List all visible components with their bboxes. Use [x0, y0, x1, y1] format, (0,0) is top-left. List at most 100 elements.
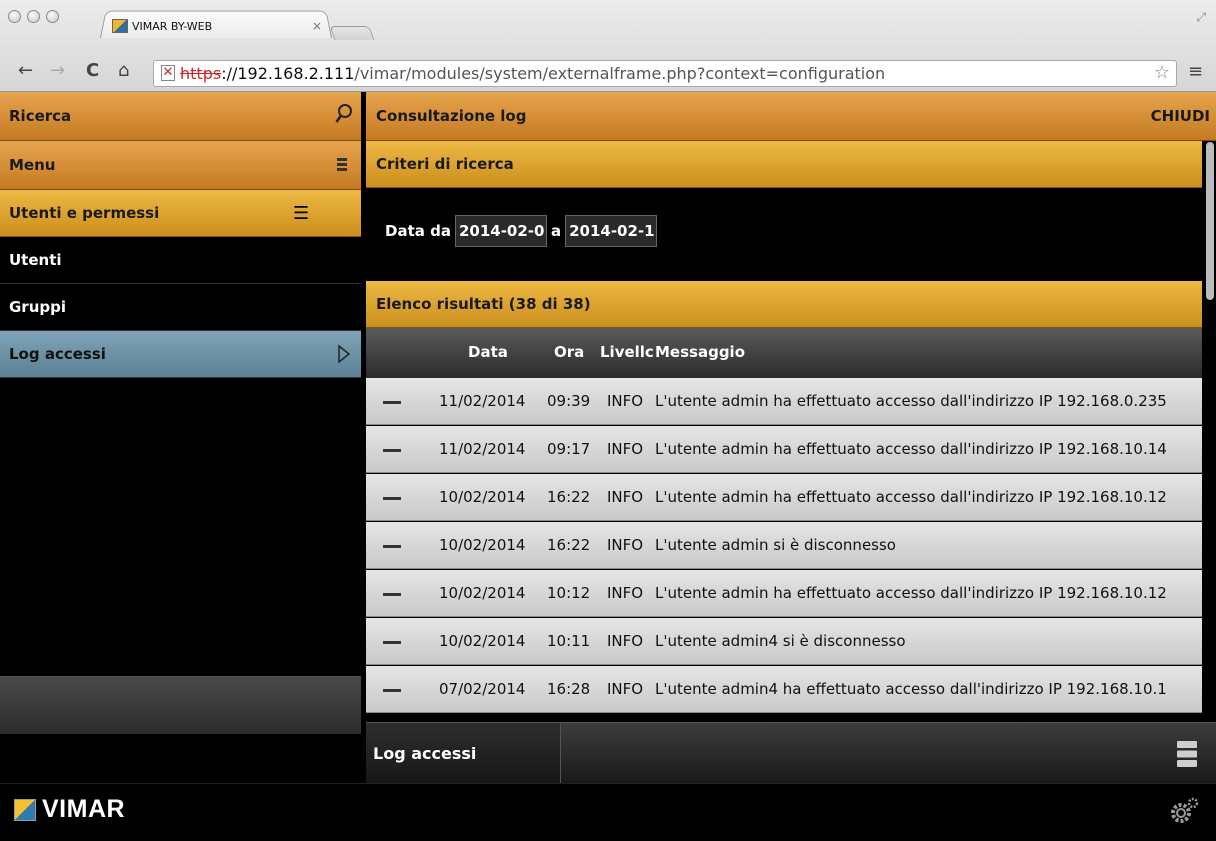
row-time: 16:22: [547, 536, 591, 554]
collapse-dash-icon[interactable]: [383, 641, 401, 644]
row-message: L'utente admin si è disconnesso: [655, 536, 896, 554]
row-message: L'utente admin ha effettuato accesso dal…: [655, 392, 1167, 410]
table-row[interactable]: 07/02/2014 16:28 INFO L'utente admin4 ha…: [366, 666, 1202, 713]
search-label: Ricerca: [9, 107, 72, 125]
tab-title: VIMAR BY-WEB: [132, 19, 213, 33]
browser-toolbar: ← → C ⌂ ✕ https://192.168.2.111/vimar/mo…: [0, 58, 1216, 90]
column-time[interactable]: Ora: [554, 343, 584, 361]
row-date: 10/02/2014: [439, 536, 526, 554]
window-close-icon[interactable]: [8, 10, 21, 23]
date-from-label: Data da: [385, 222, 451, 240]
column-date[interactable]: Data: [468, 343, 508, 361]
sidebar-item-gruppi[interactable]: Gruppi: [0, 284, 361, 331]
section-label: Utenti e permessi: [9, 204, 160, 222]
date-to-input[interactable]: 2014-02-1: [565, 215, 658, 247]
fullscreen-icon[interactable]: ⤢: [1196, 10, 1206, 25]
address-bar[interactable]: ✕ https://192.168.2.111/vimar/modules/sy…: [153, 60, 1177, 87]
vimar-logo-icon: [14, 799, 36, 821]
search-icon[interactable]: [335, 103, 353, 125]
row-level: INFO: [607, 440, 644, 458]
search-criteria: Data da 2014-02-0 a 2014-02-1: [366, 188, 1202, 281]
row-level: INFO: [607, 536, 644, 554]
footer-tab-log-accessi[interactable]: Log accessi: [366, 723, 561, 784]
collapse-dash-icon[interactable]: [383, 593, 401, 596]
browser-tab[interactable]: VIMAR BY-WEB ×: [112, 14, 322, 38]
home-button[interactable]: ⌂: [118, 60, 129, 81]
tab-close-icon[interactable]: ×: [312, 19, 322, 33]
collapse-dash-icon[interactable]: [383, 401, 401, 404]
table-row[interactable]: 10/02/2014 16:22 INFO L'utente admin ha …: [366, 474, 1202, 521]
url-scheme: https: [180, 64, 222, 83]
row-level: INFO: [607, 680, 644, 698]
panel-footer: Log accessi: [366, 722, 1216, 784]
column-level[interactable]: Livellc: [600, 343, 653, 361]
sidebar: Ricerca Menu Utenti e permessi ☰ Utenti …: [0, 92, 361, 783]
row-level: INFO: [607, 392, 644, 410]
row-date: 11/02/2014: [439, 392, 526, 410]
row-time: 09:17: [547, 440, 591, 458]
panel-header: Consultazione log CHIUDI: [366, 92, 1216, 141]
browser-chrome: VIMAR BY-WEB × ⤢ ← → C ⌂ ✕ https://192.1…: [0, 0, 1216, 92]
collapse-dash-icon[interactable]: [383, 449, 401, 452]
main-panel: Consultazione log CHIUDI Criteri di rice…: [366, 92, 1216, 784]
bookmark-star-icon[interactable]: ☆: [1154, 62, 1170, 83]
table-header: Data Ora Livellc Messaggio: [366, 328, 1202, 378]
scrollbar-thumb[interactable]: [1206, 142, 1214, 300]
hamburger-icon[interactable]: [337, 158, 347, 172]
table-row[interactable]: 11/02/2014 09:39 INFO L'utente admin ha …: [366, 378, 1202, 425]
table-row[interactable]: 10/02/2014 10:11 INFO L'utente admin4 si…: [366, 618, 1202, 665]
back-button[interactable]: ←: [18, 60, 33, 81]
close-button[interactable]: CHIUDI: [1151, 107, 1210, 125]
row-time: 10:11: [547, 632, 591, 650]
reload-button[interactable]: C: [86, 60, 99, 81]
row-date: 10/02/2014: [439, 632, 526, 650]
window-minimize-icon[interactable]: [27, 10, 40, 23]
collapse-dash-icon[interactable]: [383, 545, 401, 548]
sidebar-item-label: Utenti: [9, 251, 62, 269]
insecure-lock-icon[interactable]: ✕: [161, 65, 175, 81]
brand-bar: VIMAR: [0, 783, 1216, 841]
row-message: L'utente admin ha effettuato accesso dal…: [655, 488, 1167, 506]
list-icon[interactable]: [1176, 740, 1198, 768]
log-table: 11/02/2014 09:39 INFO L'utente admin ha …: [366, 378, 1202, 720]
collapse-dash-icon[interactable]: [383, 689, 401, 692]
date-from-input[interactable]: 2014-02-0: [454, 215, 547, 247]
date-to-label: a: [550, 222, 562, 240]
criteria-header[interactable]: Criteri di ricerca: [366, 141, 1202, 188]
section-header-utenti-e-permessi[interactable]: Utenti e permessi ☰: [0, 190, 361, 237]
row-date: 07/02/2014: [439, 680, 526, 698]
collapse-dash-icon[interactable]: [383, 497, 401, 500]
url-host: ://192.168.2.111: [221, 64, 355, 83]
menu-label: Menu: [9, 156, 56, 174]
play-arrow-icon: [338, 344, 351, 364]
table-row[interactable]: 11/02/2014 09:17 INFO L'utente admin ha …: [366, 426, 1202, 473]
table-row[interactable]: 10/02/2014 10:12 INFO L'utente admin ha …: [366, 570, 1202, 617]
results-header[interactable]: Elenco risultati (38 di 38): [366, 281, 1202, 328]
forward-button[interactable]: →: [50, 60, 65, 81]
row-level: INFO: [607, 632, 644, 650]
window-zoom-icon[interactable]: [46, 10, 59, 23]
url-text: https://192.168.2.111/vimar/modules/syst…: [180, 64, 885, 83]
vimar-favicon-icon: [112, 19, 128, 33]
url-path: /vimar/modules/system/externalframe.php?…: [354, 64, 886, 83]
search-bar[interactable]: Ricerca: [0, 92, 361, 141]
settings-gear-icon[interactable]: [1168, 796, 1200, 826]
sidebar-item-label: Log accessi: [9, 345, 106, 363]
row-date: 10/02/2014: [439, 488, 526, 506]
results-title: Elenco risultati (38 di 38): [376, 295, 591, 313]
sidebar-item-utenti[interactable]: Utenti: [0, 237, 361, 284]
menu-bar[interactable]: Menu: [0, 141, 361, 190]
row-level: INFO: [607, 488, 644, 506]
row-message: L'utente admin ha effettuato accesso dal…: [655, 584, 1167, 602]
row-message: L'utente admin ha effettuato accesso dal…: [655, 440, 1167, 458]
sidebar-item-label: Gruppi: [9, 298, 67, 316]
browser-menu-icon[interactable]: ≡: [1188, 61, 1203, 82]
row-time: 09:39: [547, 392, 591, 410]
row-time: 10:12: [547, 584, 591, 602]
new-tab-button[interactable]: [329, 26, 375, 40]
row-date: 11/02/2014: [439, 440, 526, 458]
column-message[interactable]: Messaggio: [655, 343, 745, 361]
sidebar-item-log-accessi[interactable]: Log accessi: [0, 331, 361, 378]
table-row[interactable]: 10/02/2014 16:22 INFO L'utente admin si …: [366, 522, 1202, 569]
sidebar-footer: [0, 676, 361, 734]
